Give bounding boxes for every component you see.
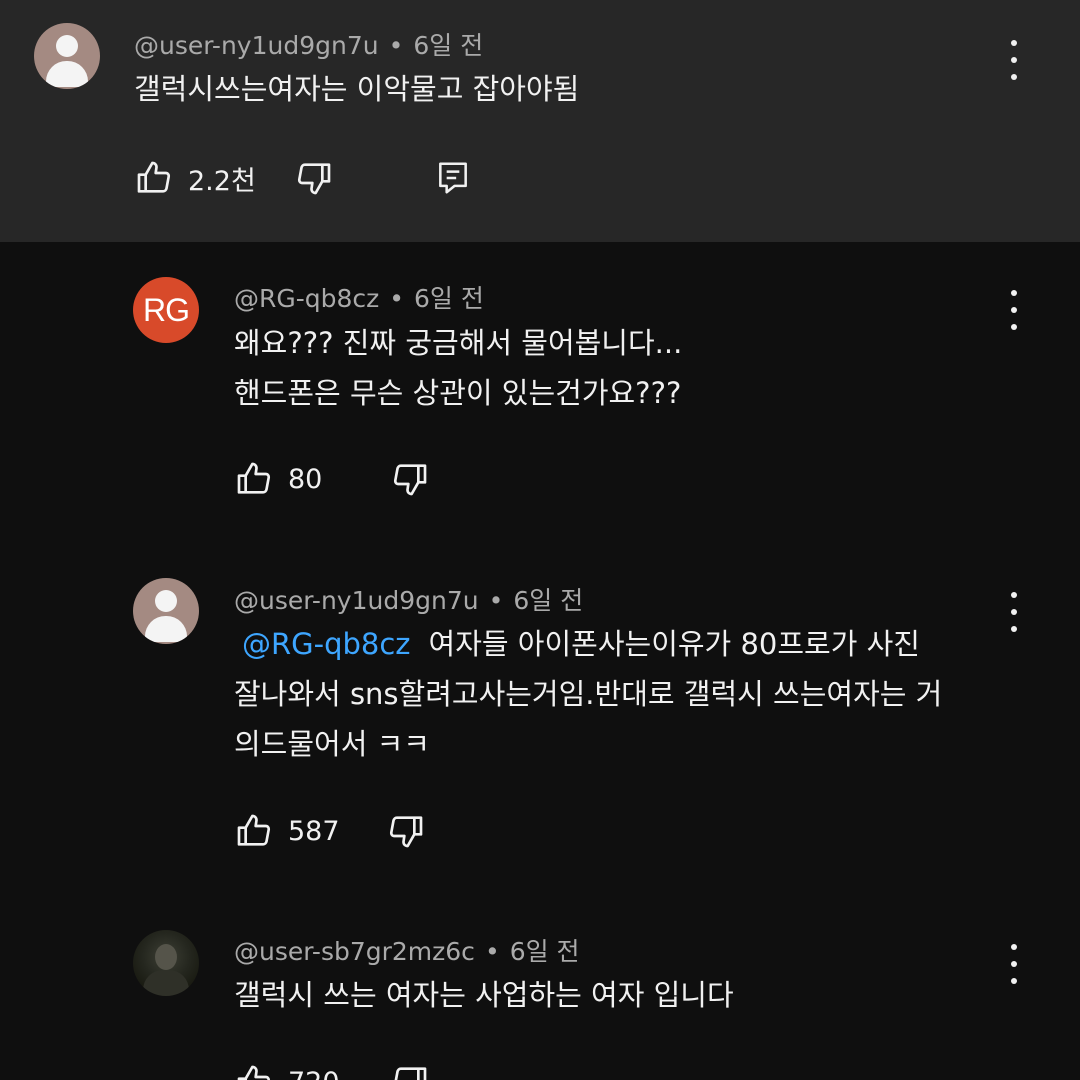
dislike-icon[interactable] [390,1062,430,1080]
comment-time: 6일 전 [509,937,580,966]
comment-line: 의드물어서 ㅋㅋ [234,727,430,761]
comment-line: 왜요??? 진짜 궁금해서 물어봅니다... [234,326,683,360]
more-options-icon[interactable] [1006,40,1022,80]
comment-handle[interactable]: @user-ny1ud9gn7u [134,31,379,60]
comment-handle[interactable]: @RG-qb8cz [234,284,379,313]
more-options-icon[interactable] [1006,592,1022,632]
comment-time: 6일 전 [414,284,484,313]
comment-handle[interactable]: @user-sb7gr2mz6c [234,937,475,966]
user-avatar-photo[interactable] [133,930,199,996]
comment-time: 6일 전 [513,586,584,615]
comments-page: @user-ny1ud9gn7u • 6일 전 갤럭시쓰는여자는 이악물고 잡아야됨… [0,0,1080,1080]
dislike-icon[interactable] [294,158,334,198]
comment-meta: @RG-qb8cz • 6일 전 [234,284,484,313]
like-icon[interactable] [234,1062,274,1080]
more-options-icon[interactable] [1006,944,1022,984]
comment-text: 갤럭시쓰는여자는 이악물고 잡아야됨 [134,64,579,114]
like-count: 80 [288,463,323,495]
comment-meta: @user-ny1ud9gn7u • 6일 전 [234,586,584,615]
more-options-icon[interactable] [1006,290,1022,330]
comment-time: 6일 전 [413,31,484,60]
like-count: 2.2천 [188,165,256,197]
comment-line-text: 여자들 아이폰사는이유가 80프로가 사진 [428,627,920,661]
dislike-icon[interactable] [386,811,426,851]
comment-handle[interactable]: @user-ny1ud9gn7u [234,586,479,615]
comment-actions: 720 [234,1062,430,1080]
comment-text: @RG-qb8cz 여자들 아이폰사는이유가 80프로가 사진 잘나와서 sns할… [234,619,942,769]
reply-icon[interactable] [434,159,472,197]
comment-line: 갤럭시쓰는여자는 이악물고 잡아야됨 [134,72,580,106]
avatar-initials-text: RG [143,291,190,328]
user-avatar-icon[interactable] [34,23,100,89]
comment-line: @RG-qb8cz 여자들 아이폰사는이유가 80프로가 사진 [234,619,942,669]
comment-line: 핸드폰은 무슨 상관이 있는건가요??? [234,376,682,410]
dislike-icon[interactable] [390,459,430,499]
like-icon[interactable] [234,811,274,851]
comment-text: 갤럭시 쓰는 여자는 사업하는 여자 입니다 [234,970,734,1020]
mention-link[interactable]: @RG-qb8cz [242,627,411,661]
comment-meta: @user-sb7gr2mz6c • 6일 전 [234,937,580,966]
comment-line: 갤럭시 쓰는 여자는 사업하는 여자 입니다 [234,978,734,1012]
like-count: 720 [288,1067,340,1080]
comment-actions: 80 [234,459,430,499]
user-avatar-initials[interactable]: RG [133,277,199,343]
comment-actions: 2.2천 [134,158,472,198]
comment-text: 왜요??? 진짜 궁금해서 물어봅니다... 핸드폰은 무슨 상관이 있는건가요… [234,318,682,418]
like-icon[interactable] [234,459,274,499]
comment-meta: @user-ny1ud9gn7u • 6일 전 [134,31,484,60]
user-avatar-icon[interactable] [133,578,199,644]
comment-actions: 587 [234,811,426,851]
like-count: 587 [288,815,340,847]
like-icon[interactable] [134,158,174,198]
comment-line: 잘나와서 sns할려고사는거임.반대로 갤럭시 쓰는여자는 거 [234,677,943,711]
